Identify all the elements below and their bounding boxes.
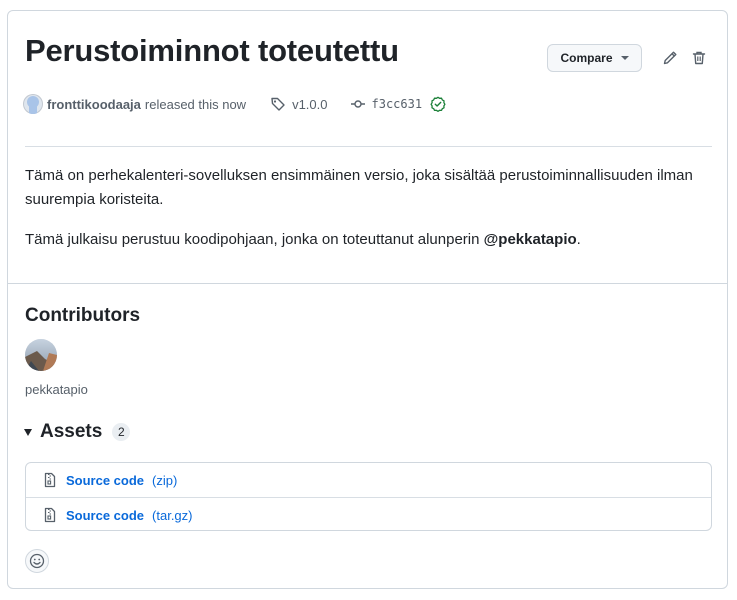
triangle-down-icon — [24, 428, 32, 436]
smiley-icon — [29, 553, 45, 569]
header-divider — [25, 146, 712, 147]
assets-count-badge: 2 — [112, 423, 131, 441]
check-circle-icon[interactable] — [430, 96, 446, 112]
paragraph-2-text: Tämä julkaisu perustuu koodipohjaan, jon… — [25, 231, 484, 248]
asset-row[interactable]: Source code (tar.gz) — [26, 498, 711, 532]
assets-toggle[interactable]: Assets 2 — [24, 421, 131, 443]
asset-ext: (tar.gz) — [152, 507, 193, 523]
contributor-avatar[interactable] — [25, 339, 57, 371]
tag-link[interactable]: v1.0.0 — [270, 96, 328, 112]
release-body-paragraph-2: Tämä julkaisu perustuu koodipohjaan, jon… — [25, 228, 705, 252]
release-card: Perustoiminnot toteutettu Compare frontt… — [7, 10, 728, 589]
release-meta: fronttikoodaaja released this now v1.0.0… — [23, 94, 446, 114]
paragraph-2-suffix: . — [576, 231, 581, 248]
add-reaction-button[interactable] — [25, 549, 49, 573]
contributors-heading: Contributors — [25, 305, 141, 326]
edit-button[interactable] — [661, 49, 679, 67]
release-title: Perustoiminnot toteutettu — [25, 33, 399, 68]
user-mention[interactable]: @pekkatapio — [484, 231, 577, 248]
git-commit-icon — [350, 100, 365, 108]
pencil-icon — [663, 51, 677, 65]
author-link[interactable]: fronttikoodaaja — [47, 97, 141, 112]
assets-heading: Assets — [40, 421, 103, 442]
asset-name[interactable]: Source code — [66, 508, 144, 523]
asset-name[interactable]: Source code — [66, 473, 144, 488]
chevron-down-icon — [620, 56, 629, 60]
contributor-name[interactable]: pekkatapio — [25, 382, 88, 397]
file-zip-icon — [44, 507, 56, 523]
delete-button[interactable] — [690, 49, 708, 67]
release-body-paragraph-1: Tämä on perhekalenteri-sovelluksen ensim… — [25, 167, 693, 208]
tag-icon — [271, 97, 285, 111]
assets-list: Source code (zip) Source code (tar.gz) — [25, 462, 712, 531]
asset-row[interactable]: Source code (zip) — [26, 463, 711, 497]
trash-icon — [692, 51, 706, 65]
section-divider — [8, 283, 727, 284]
commit-sha: f3cc631 — [371, 97, 423, 111]
file-zip-icon — [44, 472, 56, 488]
compare-button-label: Compare — [560, 51, 613, 65]
released-text: released this now — [144, 96, 247, 112]
commit-link[interactable]: f3cc631 — [350, 96, 447, 112]
author-avatar[interactable] — [23, 94, 43, 114]
compare-button[interactable]: Compare — [547, 44, 642, 72]
tag-label: v1.0.0 — [292, 96, 328, 112]
asset-ext: (zip) — [152, 472, 178, 488]
